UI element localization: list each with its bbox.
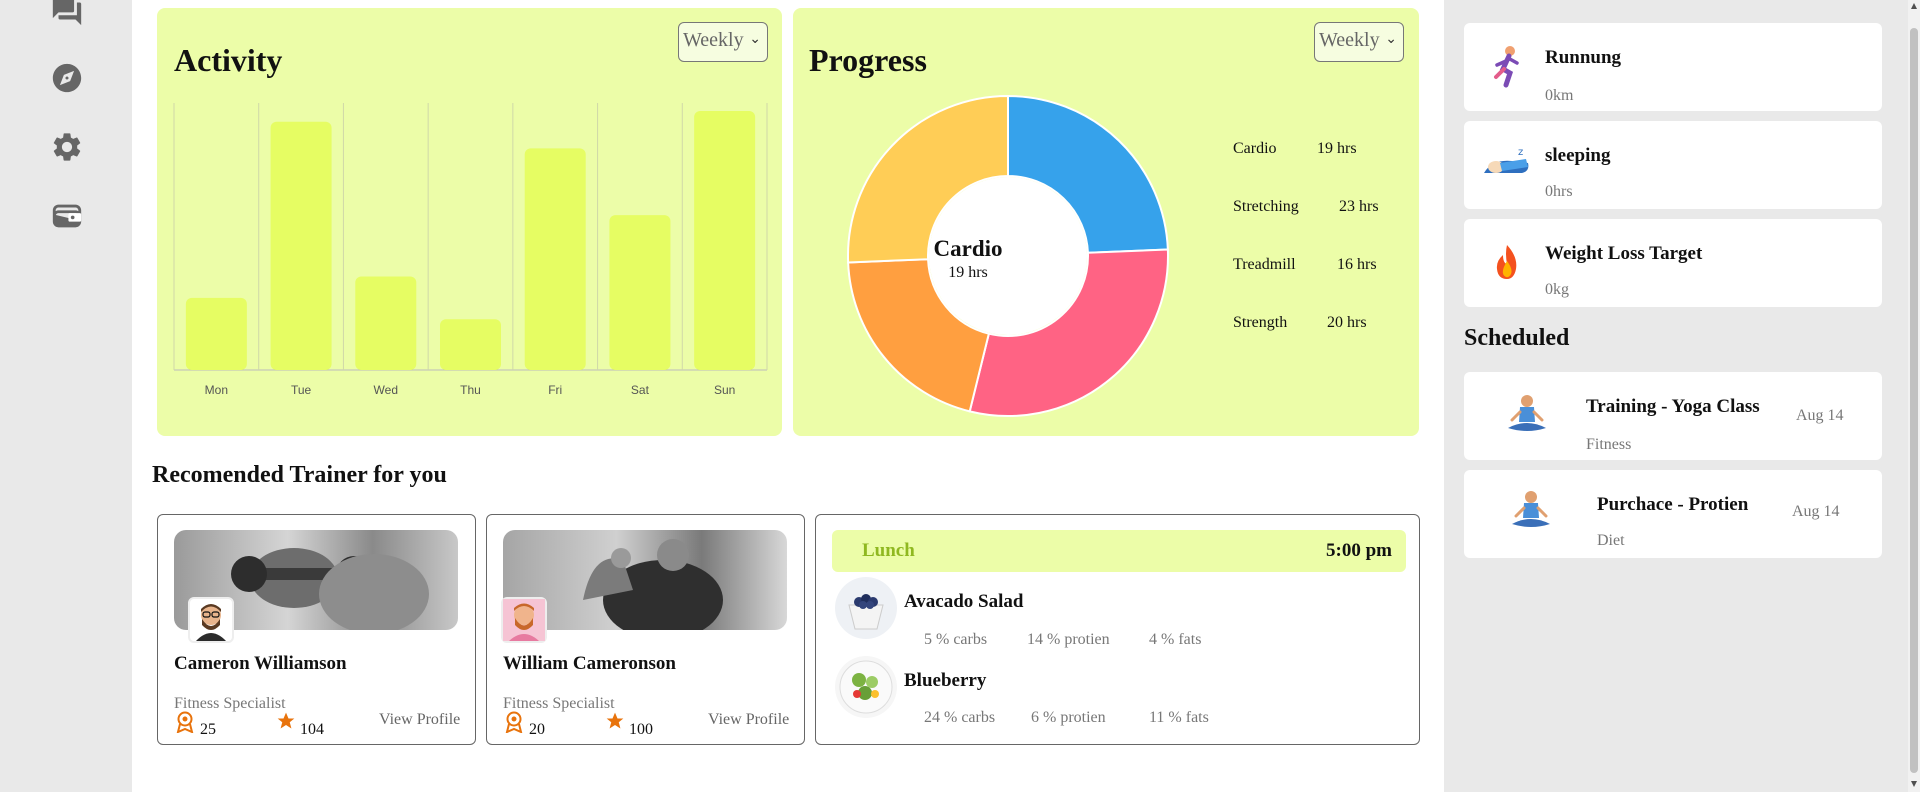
sleeping-icon: z <box>1482 141 1529 187</box>
yoga-icon <box>1508 488 1554 534</box>
x-tick-label: Fri <box>548 383 562 397</box>
badge-count-value: 20 <box>529 721 545 738</box>
meal-header: Lunch 5:00 pm <box>832 530 1406 572</box>
food-fats: 11 % fats <box>1149 709 1209 726</box>
donut-center-value: 19 hrs <box>948 264 988 281</box>
legend-item: Strength 20 hrs <box>1233 314 1367 332</box>
meal-card: Lunch 5:00 pm Avacado Salad 5 % carbs 14… <box>815 514 1420 745</box>
star-icon <box>277 712 295 729</box>
bar-thu <box>440 319 501 370</box>
scrollbar-thumb[interactable] <box>1910 28 1918 773</box>
scheduled-title: Training - Yoga Class <box>1586 396 1760 417</box>
goal-value: 0hrs <box>1545 183 1573 200</box>
activity-card: Activity Weekly ⌄ Mon Tue Wed Thu Fri Sat Sun <box>157 8 782 436</box>
x-tick-label: Tue <box>291 383 312 397</box>
vertical-scrollbar[interactable] <box>1908 0 1920 792</box>
scroll-up-icon[interactable] <box>1911 3 1917 9</box>
x-tick-label: Mon <box>205 383 228 397</box>
legend-item: Treadmill 16 hrs <box>1233 256 1377 274</box>
food-name: Avacado Salad <box>904 591 1024 612</box>
goal-value: 0km <box>1545 87 1574 104</box>
gear-icon[interactable] <box>50 130 84 164</box>
legend-label: Strength <box>1233 314 1288 331</box>
goal-title: Runnung <box>1545 47 1622 68</box>
bar-fri <box>524 148 586 370</box>
scheduled-category: Fitness <box>1586 436 1632 453</box>
bar-sun <box>694 111 756 370</box>
legend-value: 20 hrs <box>1327 314 1367 331</box>
scheduled-date: Aug 14 <box>1792 503 1840 520</box>
avatar <box>501 597 547 643</box>
legend-value: 23 hrs <box>1339 198 1379 215</box>
scheduled-item[interactable]: Training - Yoga Class Fitness Aug 14 <box>1464 372 1882 460</box>
left-icon-rail <box>0 0 132 792</box>
medal-icon <box>505 711 523 733</box>
food-carbs: 5 % carbs <box>924 631 988 648</box>
meal-time: 5:00 pm <box>1326 540 1392 561</box>
food-name: Blueberry <box>904 670 987 691</box>
goal-card[interactable]: Runnung 0km <box>1464 23 1882 111</box>
fire-icon <box>1484 239 1530 285</box>
chat-icon[interactable] <box>50 0 84 28</box>
bar-wed <box>355 276 417 370</box>
progress-card: Progress Weekly ⌄ Cardio 19 hrs Cardio 1… <box>793 8 1419 436</box>
runner-icon <box>1484 43 1530 89</box>
goal-title: Weight Loss Target <box>1545 243 1703 264</box>
rating-count-value: 104 <box>300 721 324 738</box>
fitness-dashboard: Activity Weekly ⌄ Mon Tue Wed Thu Fri Sat Sun … <box>0 0 1920 792</box>
x-tick-label: Sun <box>714 383 735 397</box>
bar-mon <box>185 297 247 370</box>
bar-sat <box>609 215 671 370</box>
yoga-icon <box>1504 392 1550 438</box>
donut-center-label: Cardio <box>933 236 1003 261</box>
scheduled-heading: Scheduled <box>1464 325 1570 351</box>
scroll-down-icon[interactable] <box>1911 781 1917 787</box>
scheduled-date: Aug 14 <box>1796 407 1844 424</box>
compass-icon[interactable] <box>50 61 84 95</box>
activity-bar-chart: Mon Tue Wed Thu Fri Sat Sun <box>173 103 768 397</box>
avatar <box>188 597 234 643</box>
legend-item: Stretching 23 hrs <box>1233 198 1379 216</box>
scheduled-title: Purchace - Protien <box>1597 494 1749 515</box>
star-icon <box>606 712 624 729</box>
food-protein: 14 % protien <box>1027 631 1110 648</box>
goal-title: sleeping <box>1545 145 1611 166</box>
legend-value: 19 hrs <box>1317 140 1357 157</box>
food-thumbnail <box>835 577 897 639</box>
legend-label: Treadmill <box>1233 256 1296 273</box>
trainer-card: Cameron Williamson Fitness Specialist Vi… <box>157 514 476 745</box>
x-tick-label: Thu <box>460 383 481 397</box>
rating-count-value: 100 <box>629 721 653 738</box>
food-fats: 4 % fats <box>1149 631 1202 648</box>
bar-tue <box>270 121 332 370</box>
view-profile-link[interactable]: View Profile <box>708 711 789 729</box>
scheduled-category: Diet <box>1597 532 1625 549</box>
badge-count-value: 25 <box>200 721 216 738</box>
svg-text:z: z <box>1518 147 1523 158</box>
meal-label: Lunch <box>862 540 915 561</box>
trainer-name: Cameron Williamson <box>174 653 347 674</box>
food-carbs: 24 % carbs <box>924 709 996 726</box>
medal-icon <box>176 711 194 733</box>
food-thumbnail <box>835 656 897 718</box>
goal-card[interactable]: Weight Loss Target 0kg <box>1464 219 1882 307</box>
goal-card[interactable]: z sleeping 0hrs <box>1464 121 1882 209</box>
x-tick-label: Sat <box>631 383 650 397</box>
legend-item: Cardio 19 hrs <box>1233 140 1357 158</box>
legend-value: 16 hrs <box>1337 256 1377 273</box>
food-protein: 6 % protien <box>1031 709 1106 726</box>
x-tick-label: Wed <box>374 383 398 397</box>
legend-label: Cardio <box>1233 140 1277 157</box>
goal-value: 0kg <box>1545 281 1569 298</box>
scheduled-item[interactable]: Purchace - Protien Diet Aug 14 <box>1464 470 1882 558</box>
progress-donut-chart <box>847 94 1169 417</box>
view-profile-link[interactable]: View Profile <box>379 711 460 729</box>
right-panel: Runnung 0km z sleeping 0hrs Weight Loss … <box>1444 0 1920 792</box>
trainers-heading: Recomended Trainer for you <box>152 462 447 488</box>
wallet-icon[interactable] <box>50 199 84 233</box>
trainer-name: William Cameronson <box>503 653 676 674</box>
main-content: Activity Weekly ⌄ Mon Tue Wed Thu Fri Sat Sun … <box>132 0 1444 792</box>
trainer-card: William Cameronson Fitness Specialist Vi… <box>486 514 805 745</box>
legend-label: Stretching <box>1233 198 1299 215</box>
